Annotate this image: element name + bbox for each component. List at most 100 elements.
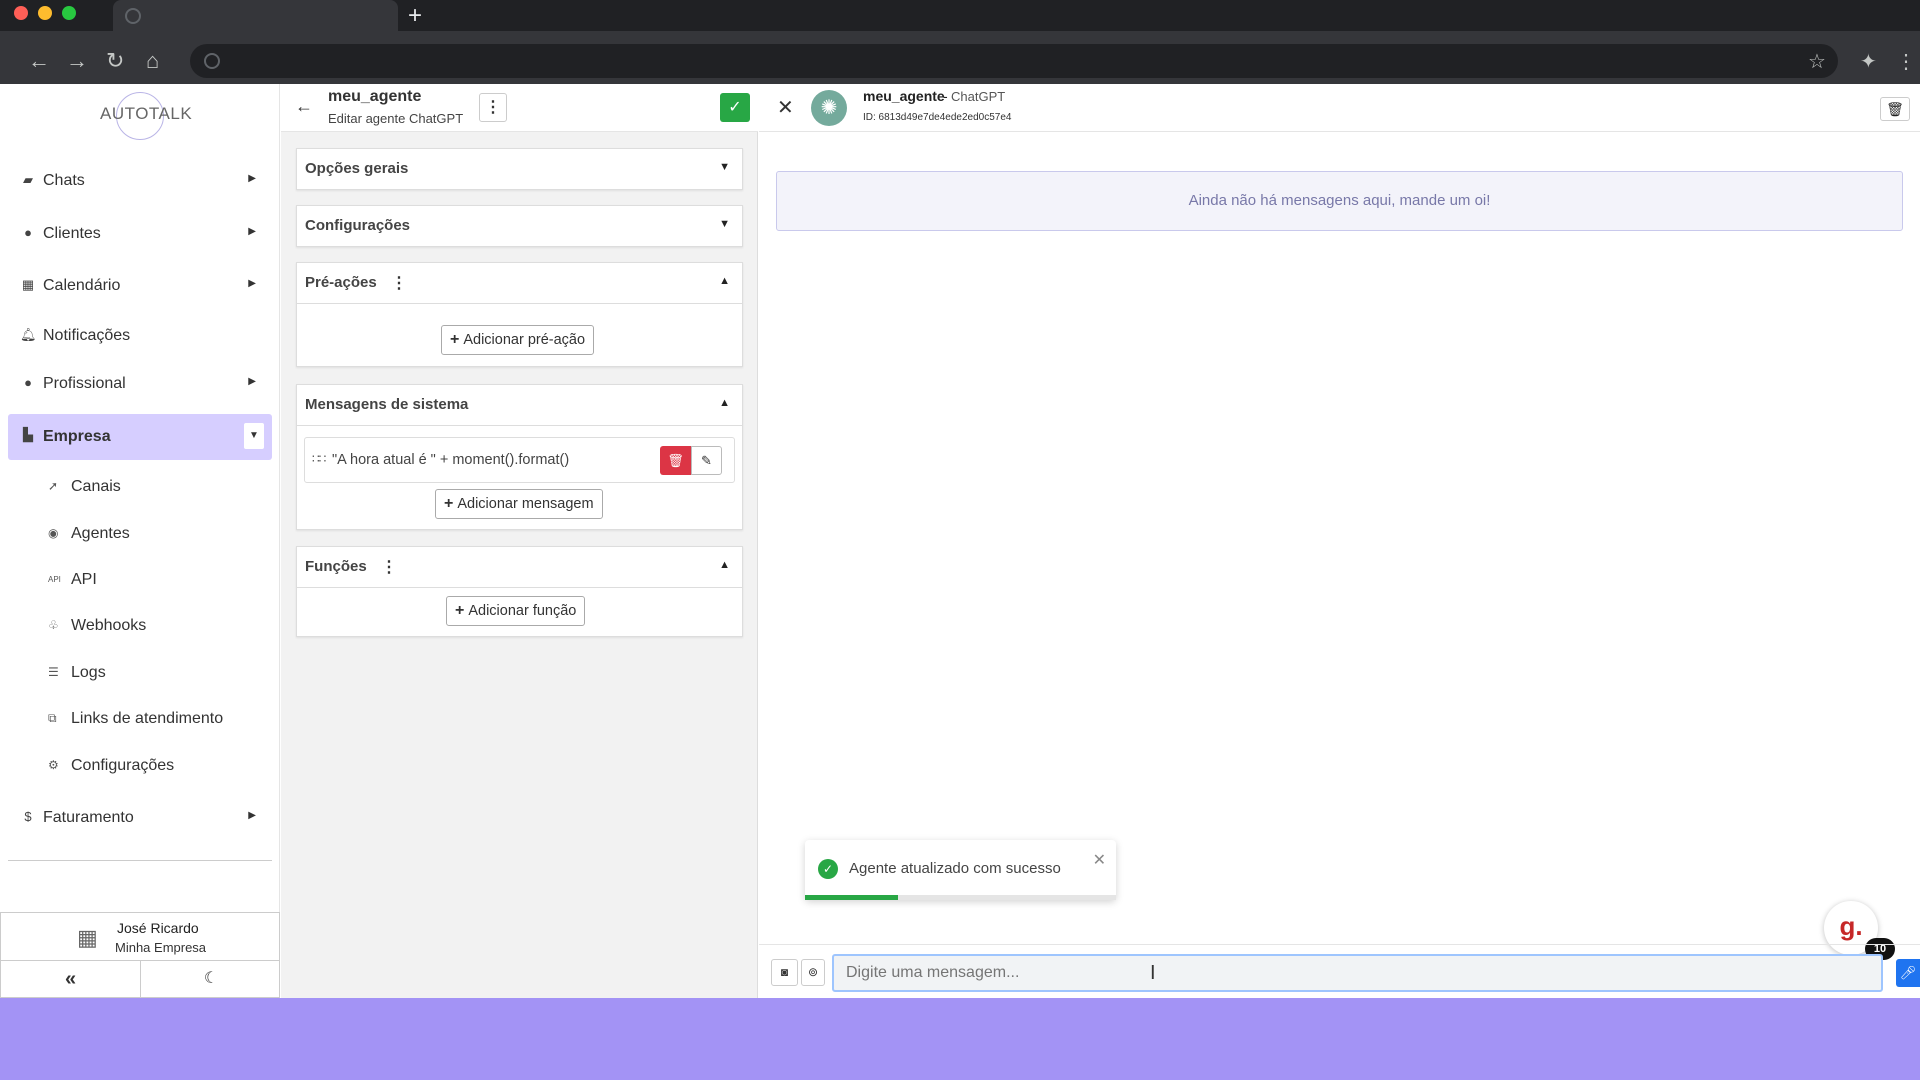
panel-title: Mensagens de sistema: [305, 396, 469, 413]
back-arrow-icon[interactable]: ←: [28, 48, 50, 74]
browser-tab[interactable]: [113, 0, 398, 31]
site-info-icon[interactable]: [204, 53, 220, 69]
browser-chrome: + ← → ↻ ⌂ ☆ ✦ ⋮: [0, 0, 1920, 84]
sidebar-item-chats[interactable]: ▰ Chats ▶: [8, 159, 272, 203]
chat-header: ✕ ✺ meu_agente - ChatGPT ID: 6813d49e7de…: [759, 84, 1920, 132]
kebab-menu-icon[interactable]: ⋮: [391, 273, 407, 293]
globe-icon: [125, 8, 141, 24]
sidebar-item-notificacoes[interactable]: 🔔︎ Notificações: [8, 314, 272, 358]
forward-arrow-icon[interactable]: →: [66, 48, 88, 74]
chat-agent-model: ChatGPT: [951, 89, 1006, 104]
panel-header[interactable]: Configurações ▼: [297, 206, 742, 246]
add-message-button[interactable]: + Adicionar mensagem: [435, 489, 603, 519]
success-toast: ✓ Agente atualizado com sucesso ✕: [805, 840, 1116, 900]
sidebar-item-calendario[interactable]: ▦ Calendário ▶: [8, 264, 272, 308]
caret-right-icon: ▶: [248, 376, 256, 387]
back-arrow-icon[interactable]: ←: [295, 96, 313, 117]
sidebar-subitem-label: Logs: [71, 664, 106, 681]
calendar-icon: ▦: [21, 277, 35, 292]
panel-header[interactable]: Opções gerais ▼: [297, 149, 742, 189]
agent-editor: ← meu_agente Editar agente ChatGPT ⋮ ✓ O…: [281, 84, 758, 998]
system-message-row[interactable]: ∷∷ "A hora atual é " + moment().format()…: [304, 437, 735, 483]
sidebar-subitem-label: Configurações: [71, 757, 175, 774]
edit-message-button[interactable]: ✎: [691, 446, 722, 475]
maximize-window-dot[interactable]: [62, 6, 76, 20]
sidebar-footer: « ☾: [0, 960, 280, 998]
save-button[interactable]: ✓: [720, 93, 750, 122]
microphone-icon[interactable]: 🎤︎: [1896, 959, 1920, 987]
delete-message-button[interactable]: 🗑︎: [660, 446, 691, 475]
empty-chat-notice: Ainda não há mensagens aqui, mande um oi…: [776, 171, 1903, 231]
panel-header[interactable]: Funções ⋮ ▲: [297, 547, 742, 587]
collapse-sidebar-button[interactable]: «: [1, 961, 141, 997]
chevron-down-icon: ▼: [719, 218, 730, 230]
panel-header[interactable]: Pré-ações ⋮ ▲: [297, 263, 742, 303]
panel-title: Opções gerais: [305, 160, 409, 177]
panel-title: Pré-ações: [305, 274, 377, 291]
sidebar-subitem-label: Agentes: [71, 525, 130, 542]
chat-agent-id: ID: 6813d49e7de4ede2ed0c57e4: [863, 112, 1012, 123]
plus-icon: +: [450, 331, 460, 348]
add-pre-action-button[interactable]: + Adicionar pré-ação: [441, 325, 595, 355]
sidebar-item-label: Empresa: [43, 428, 111, 445]
extensions-icon[interactable]: ✦: [1860, 49, 1877, 74]
new-tab-button[interactable]: +: [408, 2, 422, 30]
sidebar-item-faturamento[interactable]: $ Faturamento ▶: [8, 796, 272, 840]
chat-panel: ✕ ✺ meu_agente - ChatGPT ID: 6813d49e7de…: [759, 84, 1920, 998]
plus-icon: +: [444, 495, 454, 512]
building-icon: ▙: [23, 427, 33, 442]
caret-right-icon: ▶: [248, 173, 256, 184]
caret-right-icon: ▶: [248, 810, 256, 821]
star-icon[interactable]: ☆: [1808, 49, 1826, 74]
camera-icon[interactable]: ◙: [771, 959, 798, 986]
message-input[interactable]: [832, 954, 1883, 992]
list-icon: ☰: [48, 665, 59, 679]
building-avatar-icon: ▦: [77, 925, 98, 950]
home-icon[interactable]: ⌂: [146, 48, 159, 74]
toast-message: Agente atualizado com sucesso: [849, 860, 1061, 877]
message-composer: ◙ ⊚ 🎤︎: [759, 944, 1920, 998]
panel-separator: [297, 587, 742, 588]
close-icon[interactable]: ✕: [1093, 850, 1106, 870]
sidebar-item-empresa[interactable]: ▙ Empresa ▼: [8, 414, 272, 460]
reload-icon[interactable]: ↻: [106, 48, 124, 74]
user-card[interactable]: ▦ José Ricardo Minha Empresa: [0, 912, 280, 960]
text-cursor-icon: I: [1150, 962, 1156, 984]
bell-icon: 🔔︎: [20, 327, 37, 342]
close-window-dot[interactable]: [14, 6, 28, 20]
sidebar-item-clientes[interactable]: ● Clientes ▶: [8, 212, 272, 256]
users-icon: ●: [24, 225, 32, 240]
caret-down-icon[interactable]: ▼: [244, 423, 264, 449]
delete-chat-button[interactable]: 🗑︎: [1880, 97, 1910, 121]
menu-icon[interactable]: ⋮: [1896, 49, 1916, 74]
theme-toggle-button[interactable]: ☾: [141, 961, 281, 997]
sidebar-item-label: Notificações: [43, 327, 131, 344]
address-bar[interactable]: [190, 44, 1838, 78]
button-label: Adicionar função: [468, 603, 577, 619]
attachment-icon[interactable]: ⊚: [801, 959, 825, 986]
toast-progress-fill: [805, 895, 899, 900]
close-icon[interactable]: ✕: [777, 95, 794, 120]
toast-progress-track: [805, 895, 1116, 900]
drag-handle-icon[interactable]: ∷∷: [312, 452, 326, 466]
panel-funcoes: Funções ⋮ ▲ + Adicionar função: [296, 546, 743, 637]
panel-header[interactable]: Mensagens de sistema ▲: [297, 385, 742, 425]
app-root: AUTOTALK ▰ Chats ▶ ● Clientes ▶ ▦ Calend…: [0, 84, 1920, 998]
agent-title: meu_agente: [328, 88, 422, 105]
caret-right-icon: ▶: [248, 226, 256, 237]
kebab-menu-icon[interactable]: ⋮: [381, 557, 397, 577]
sidebar-item-label: Calendário: [43, 277, 121, 294]
panel-configuracoes[interactable]: Configurações ▼: [296, 205, 743, 247]
panel-pre-acoes: Pré-ações ⋮ ▲ + Adicionar pré-ação: [296, 262, 743, 367]
add-function-button[interactable]: + Adicionar função: [446, 596, 586, 626]
panel-title: Funções: [305, 558, 367, 575]
panel-opcoes-gerais[interactable]: Opções gerais ▼: [296, 148, 743, 190]
sidebar-subitem-label: API: [71, 571, 97, 588]
check-circle-icon: ✓: [818, 859, 838, 879]
options-menu-button[interactable]: ⋮: [479, 93, 507, 122]
webhook-icon: ♧: [48, 618, 59, 632]
sidebar-subitem-label: Canais: [71, 478, 121, 495]
caret-right-icon: ▶: [248, 278, 256, 289]
sidebar-item-profissional[interactable]: ● Profissional ▶: [8, 362, 272, 406]
minimize-window-dot[interactable]: [38, 6, 52, 20]
